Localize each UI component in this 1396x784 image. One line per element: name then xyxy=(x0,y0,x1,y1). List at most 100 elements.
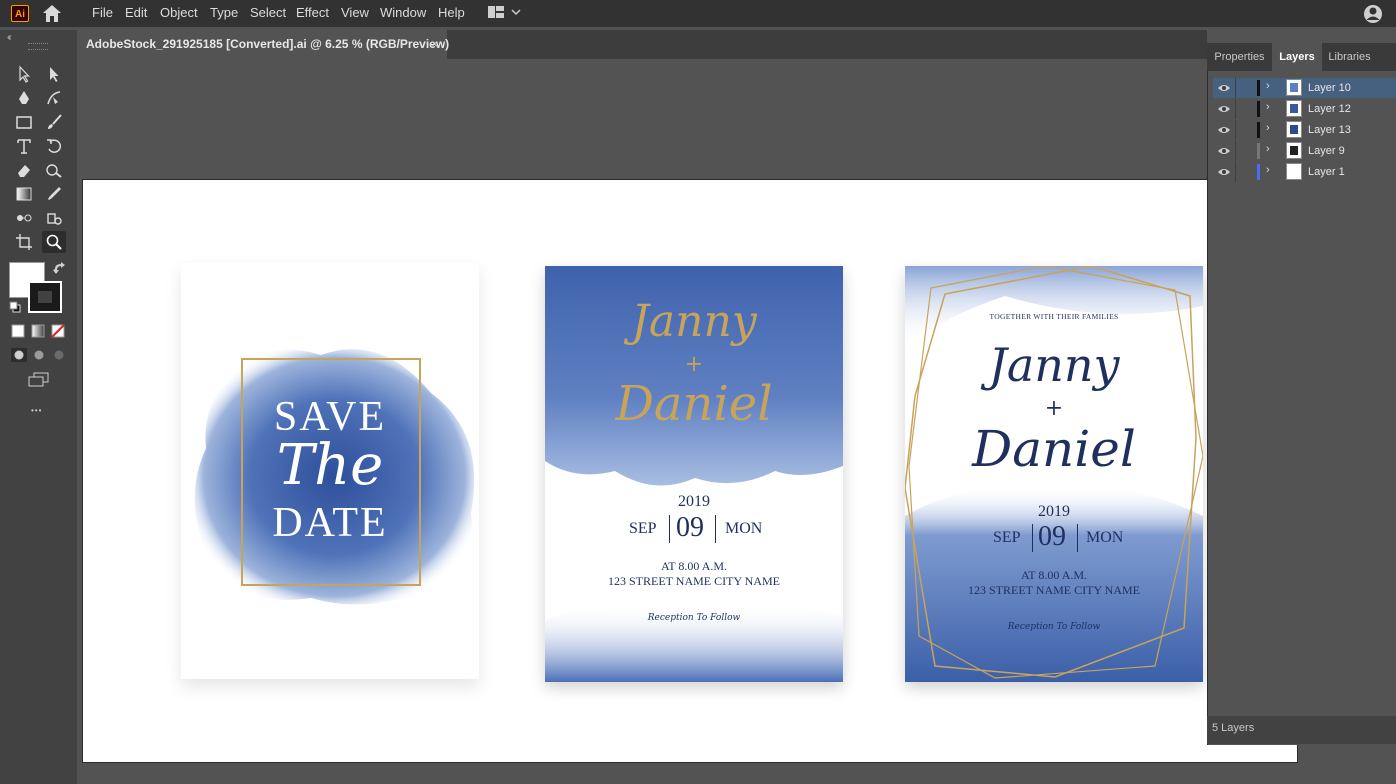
month-text: SEP xyxy=(629,520,657,537)
menu-window[interactable]: Window xyxy=(380,5,426,20)
lock-column-divider xyxy=(1235,120,1236,140)
toolbar-grip[interactable] xyxy=(28,43,48,50)
swap-fill-stroke-icon[interactable] xyxy=(53,262,66,277)
layer-count: 5 Layers xyxy=(1212,722,1255,734)
expand-chevron-icon[interactable]: › xyxy=(1266,143,1270,155)
direct-selection-tool-icon[interactable] xyxy=(42,63,66,85)
color-mode-icon[interactable] xyxy=(11,324,25,341)
collapse-toolbar-icon[interactable]: ‹‹ xyxy=(7,32,11,43)
day-text: 09 xyxy=(1038,521,1066,552)
user-account-icon[interactable] xyxy=(1362,3,1384,25)
draw-behind-icon[interactable] xyxy=(31,348,47,365)
groom-bride-name-2: Daniel xyxy=(615,376,773,432)
lock-column-divider xyxy=(1235,78,1236,98)
default-fill-stroke-icon[interactable] xyxy=(9,301,21,316)
expand-chevron-icon[interactable]: › xyxy=(1266,164,1270,176)
visibility-eye-icon[interactable] xyxy=(1217,166,1231,178)
invitation-card-1[interactable]: Janny + Daniel 2019 SEP 09 MON AT 8.00 A… xyxy=(545,266,843,682)
screen-mode-icon[interactable] xyxy=(28,372,50,391)
layer-color-bar xyxy=(1257,164,1260,180)
pen-tool-icon[interactable] xyxy=(12,87,36,109)
layer-thumbnail-art xyxy=(1290,146,1298,155)
time-text: AT 8.00 A.M. xyxy=(1020,568,1088,582)
reception-text: Reception To Follow xyxy=(647,613,741,623)
visibility-eye-icon[interactable] xyxy=(1217,82,1231,94)
workspace-switcher-icon[interactable] xyxy=(487,5,521,21)
warp-tool-icon[interactable] xyxy=(42,159,66,181)
the-text: The xyxy=(276,433,384,498)
expand-chevron-icon[interactable]: › xyxy=(1266,122,1270,134)
visibility-eye-icon[interactable] xyxy=(1217,103,1231,115)
gradient-mode-icon[interactable] xyxy=(31,324,45,341)
layer-color-bar xyxy=(1257,143,1260,159)
layer-row[interactable]: › Layer 13 xyxy=(1213,120,1396,140)
time-text: AT 8.00 A.M. xyxy=(660,559,728,573)
tab-libraries[interactable]: Libraries xyxy=(1322,43,1377,71)
save-the-date-card[interactable]: SAVE The DATE xyxy=(181,263,479,679)
layer-color-bar xyxy=(1257,122,1260,138)
tab-properties[interactable]: Properties xyxy=(1207,43,1272,71)
year-text: 2019 xyxy=(1038,503,1070,520)
menu-help[interactable]: Help xyxy=(438,5,465,20)
paintbrush-tool-icon[interactable] xyxy=(42,111,66,133)
weekday-text: MON xyxy=(1086,529,1124,546)
layer-row[interactable]: › Layer 10 xyxy=(1213,78,1396,98)
menu-type[interactable]: Type xyxy=(210,5,238,20)
expand-chevron-icon[interactable]: › xyxy=(1266,80,1270,92)
gradient-tool-icon[interactable] xyxy=(12,183,36,205)
type-tool-icon[interactable] xyxy=(12,135,36,157)
address-text: 123 STREET NAME CITY NAME xyxy=(968,583,1140,597)
tab-layers[interactable]: Layers xyxy=(1272,43,1322,71)
eyedropper-tool-icon[interactable] xyxy=(42,183,66,205)
draw-inside-icon[interactable] xyxy=(51,348,67,365)
more-tools-icon[interactable]: ••• xyxy=(31,406,42,415)
plus-sign: + xyxy=(684,352,704,377)
reception-text: Reception To Follow xyxy=(1007,622,1101,632)
rectangle-tool-icon[interactable] xyxy=(12,111,36,133)
day-text: 09 xyxy=(676,512,704,543)
layer-thumbnail-art xyxy=(1290,125,1298,134)
curvature-tool-icon[interactable] xyxy=(42,87,66,109)
eraser-tool-icon[interactable] xyxy=(12,159,36,181)
blend-tool-icon[interactable] xyxy=(12,207,36,229)
draw-normal-icon[interactable] xyxy=(11,348,27,365)
date-divider xyxy=(669,515,670,543)
stroke-inner xyxy=(36,289,54,305)
lock-column-divider xyxy=(1235,141,1236,161)
layer-thumbnail-art xyxy=(1290,167,1298,176)
layer-row[interactable]: › Layer 1 xyxy=(1213,162,1396,182)
date-divider xyxy=(1077,524,1078,552)
artboard-tool-icon[interactable] xyxy=(12,231,36,253)
visibility-eye-icon[interactable] xyxy=(1217,145,1231,157)
menu-view[interactable]: View xyxy=(341,5,369,20)
menu-file[interactable]: File xyxy=(92,5,113,20)
selection-tool-icon[interactable] xyxy=(12,63,36,85)
layer-thumbnail-art xyxy=(1290,83,1298,92)
visibility-eye-icon[interactable] xyxy=(1217,124,1231,136)
groom-bride-name-1: Janny xyxy=(631,296,757,347)
menu-effect[interactable]: Effect xyxy=(296,5,329,20)
plus-sign: + xyxy=(1044,396,1064,421)
expand-chevron-icon[interactable]: › xyxy=(1266,101,1270,113)
layer-thumbnail xyxy=(1286,142,1302,159)
invitation-card-2[interactable]: TOGETHER WITH THEIR FAMILIES Janny + Dan… xyxy=(905,266,1203,682)
menu-edit[interactable]: Edit xyxy=(125,5,147,20)
layer-thumbnail-art xyxy=(1290,104,1298,113)
layer-thumbnail xyxy=(1286,100,1302,117)
zoom-tool-icon[interactable] xyxy=(42,231,66,253)
layer-row[interactable]: › Layer 12 xyxy=(1213,99,1396,119)
groom-bride-name-1: Janny xyxy=(988,338,1120,392)
layer-color-bar xyxy=(1257,101,1260,117)
menu-select[interactable]: Select xyxy=(250,5,286,20)
symbol-sprayer-tool-icon[interactable] xyxy=(42,207,66,229)
none-mode-icon[interactable] xyxy=(51,324,65,341)
artboard[interactable]: SAVE The DATE Janny + Daniel 2019 SEP 09… xyxy=(82,179,1298,763)
lock-column-divider xyxy=(1235,162,1236,182)
home-icon[interactable] xyxy=(41,4,63,23)
rotate-tool-icon[interactable] xyxy=(42,135,66,157)
close-tab-icon[interactable]: × xyxy=(431,37,438,51)
layer-name: Layer 10 xyxy=(1308,82,1351,94)
date-divider xyxy=(715,515,716,543)
layer-row[interactable]: › Layer 9 xyxy=(1213,141,1396,161)
menu-object[interactable]: Object xyxy=(160,5,198,20)
